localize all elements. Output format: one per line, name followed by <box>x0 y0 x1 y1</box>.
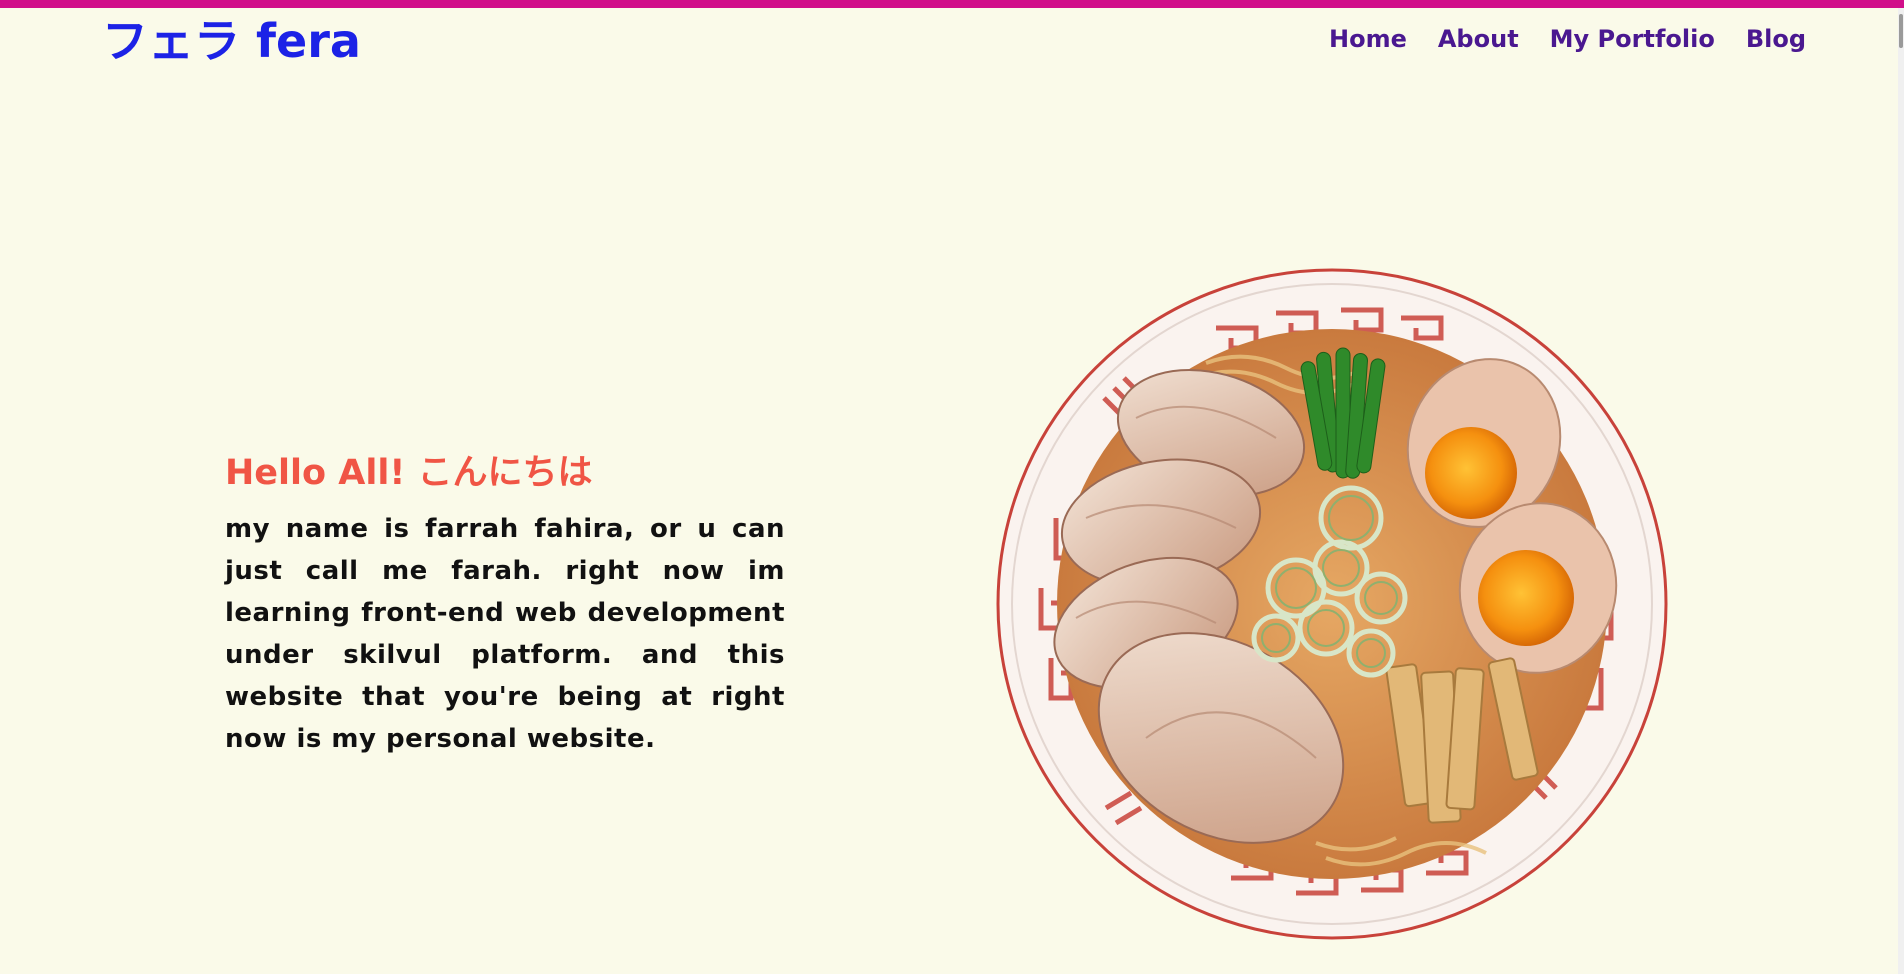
nav-blog-link[interactable]: Blog <box>1746 22 1806 56</box>
scrollbar-thumb[interactable] <box>1899 14 1903 48</box>
nav-about-link[interactable]: About <box>1438 22 1519 56</box>
nav-portfolio-link[interactable]: My Portfolio <box>1550 22 1715 56</box>
main-nav: Home About My Portfolio Blog <box>1298 22 1806 56</box>
ramen-bowl-illustration <box>996 268 1668 940</box>
hero-section: Hello All! こんにちは my name is farrah fahir… <box>225 448 785 760</box>
site-logo[interactable]: フェラ fera <box>102 14 361 68</box>
hero-intro-text: my name is farrah fahira, or u can just … <box>225 514 785 754</box>
top-accent-bar <box>0 0 1904 8</box>
hero-greeting: Hello All! こんにちは <box>225 453 593 493</box>
nav-home-link[interactable]: Home <box>1329 22 1407 56</box>
page-scrollbar[interactable] <box>1898 8 1904 974</box>
